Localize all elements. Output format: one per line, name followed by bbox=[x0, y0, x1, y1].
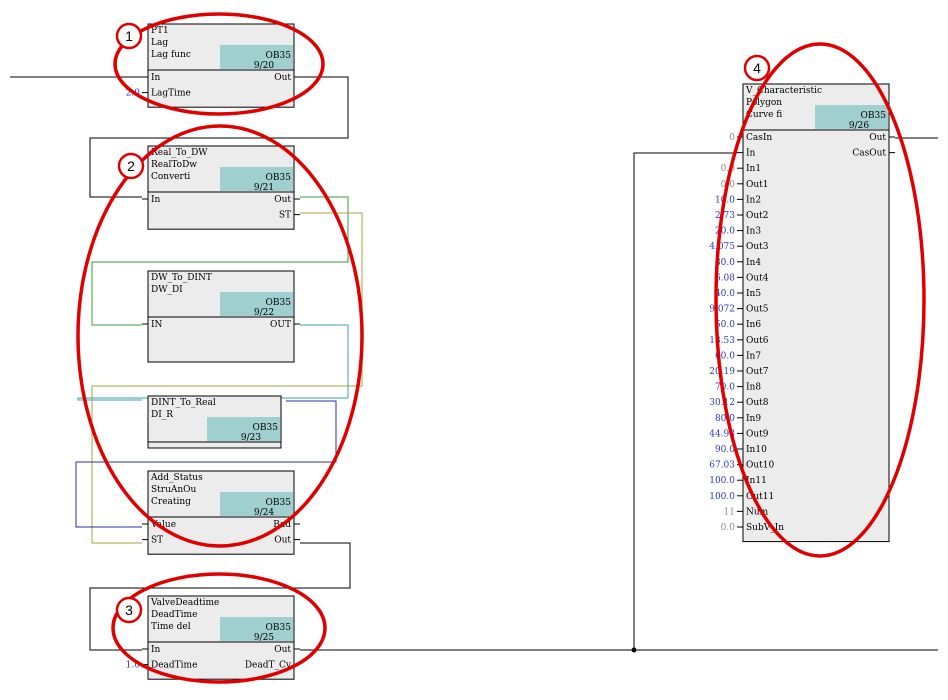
block-sequence-number: 9/26 bbox=[849, 121, 869, 131]
function-block-dw-to-dint[interactable]: DW_To_DINT DW_DI OB359/22 IN OUT bbox=[142, 270, 300, 363]
input-port-label: Out3 bbox=[746, 242, 769, 252]
block-title-line: PT1 bbox=[151, 26, 169, 36]
output-port-label: Out bbox=[274, 645, 291, 655]
input-port-value: 100.0 bbox=[709, 492, 735, 502]
block-title-line: Time del bbox=[151, 622, 191, 632]
cfc-chart-canvas: PT1LagLag func OB359/20InLagTime2.0OutRea… bbox=[10, 12, 938, 684]
block-title-line: Creating bbox=[151, 497, 191, 507]
block-sequence-number: 9/24 bbox=[254, 508, 274, 518]
input-port-label: SubV_In bbox=[746, 523, 784, 533]
callout-number: 3 bbox=[125, 602, 133, 618]
block-title-line: RealToDw bbox=[151, 160, 197, 170]
output-port-label: OUT bbox=[270, 320, 291, 330]
input-port-label: IN bbox=[151, 320, 163, 330]
block-ob-label: OB35 bbox=[266, 173, 292, 183]
input-port-value: 100.0 bbox=[709, 476, 735, 486]
output-port-label: Out bbox=[274, 195, 291, 205]
input-port-label: DeadTime bbox=[151, 661, 197, 671]
block-ob-label: OB35 bbox=[253, 423, 279, 433]
block-sequence-number: 9/22 bbox=[254, 308, 274, 318]
input-port-value: 13.53 bbox=[709, 336, 735, 346]
function-block-valve-deadtime[interactable]: ValveDeadtime DeadTime Time del OB359/25 In D… bbox=[126, 595, 300, 680]
input-port-label: Out6 bbox=[746, 336, 769, 346]
input-port-label: Out2 bbox=[746, 211, 769, 221]
function-block-real-to-dw[interactable]: Real_To_DW RealToDw Converti OB359/21 In Out S… bbox=[142, 145, 300, 230]
block-title-line: DINT_To_Real bbox=[151, 398, 216, 408]
block-title-line: Lag bbox=[151, 38, 168, 48]
output-port-label: Out bbox=[869, 133, 886, 143]
input-port-label: Out1 bbox=[746, 180, 769, 190]
block-sequence-number: 9/21 bbox=[254, 183, 274, 193]
block-sequence-number: 9/20 bbox=[254, 61, 274, 71]
function-block-dint-to-real[interactable]: DINT_To_Real DI_R OB359/23 bbox=[147, 395, 282, 449]
block-title-line: Converti bbox=[151, 172, 190, 182]
output-port-label: Out bbox=[274, 73, 291, 83]
input-port-value: 0 bbox=[729, 133, 735, 143]
input-port-label: ST bbox=[151, 536, 163, 546]
block-title-line: DI_R bbox=[151, 410, 173, 420]
input-port-value: 0.0 bbox=[721, 523, 736, 533]
block-title-line: StruAnOu bbox=[151, 485, 197, 495]
input-port-label: LagTime bbox=[151, 89, 191, 99]
block-ob-label: OB35 bbox=[266, 498, 292, 508]
input-port-label: Out10 bbox=[746, 461, 775, 471]
input-port-label: In10 bbox=[746, 445, 767, 455]
block-title-line: Add_Status bbox=[150, 473, 203, 483]
input-port-label: Out5 bbox=[746, 305, 769, 315]
input-port-value: 70.0 bbox=[715, 383, 735, 393]
block-title-line: DeadTime bbox=[151, 610, 197, 620]
wire-junction-dot bbox=[631, 647, 637, 653]
input-port-label: In bbox=[746, 149, 756, 159]
output-port-label: ST bbox=[279, 211, 291, 221]
output-port-label: CasOut bbox=[852, 149, 886, 159]
input-port-label: Out7 bbox=[746, 367, 769, 377]
block-title-line: DW_To_DINT bbox=[151, 273, 212, 283]
input-port-value: 2.73 bbox=[715, 211, 735, 221]
input-port-value: 40.0 bbox=[715, 289, 735, 299]
input-port-label: In bbox=[151, 73, 161, 83]
input-port-label: In8 bbox=[746, 383, 761, 393]
block-title-line: DW_DI bbox=[151, 285, 183, 295]
input-port-label: Out9 bbox=[746, 429, 769, 439]
input-port-value: 80.0 bbox=[715, 414, 735, 424]
input-port-value: 67.03 bbox=[709, 461, 735, 471]
input-port-value: 9.072 bbox=[709, 305, 735, 315]
input-port-label: In bbox=[151, 195, 161, 205]
block-sequence-number: 9/23 bbox=[241, 433, 261, 443]
input-port-label: In7 bbox=[746, 351, 761, 361]
function-block-v-characteristic[interactable]: V_CharacteristicPolygonCurve fi OB359/26C… bbox=[709, 83, 895, 543]
input-port-label: CasIn bbox=[746, 133, 772, 143]
input-port-value: 30.12 bbox=[709, 398, 735, 408]
block-title-line: Lag func bbox=[151, 50, 191, 60]
function-block-pt1[interactable]: PT1LagLag func OB359/20InLagTime2.0Out bbox=[126, 23, 300, 108]
input-port-value: 11 bbox=[724, 507, 735, 517]
input-port-label: Out4 bbox=[746, 273, 769, 283]
callout-number: 2 bbox=[127, 158, 135, 174]
function-blocks: PT1LagLag func OB359/20InLagTime2.0OutRea… bbox=[126, 23, 895, 680]
block-sequence-number: 9/25 bbox=[254, 633, 274, 643]
input-port-label: In4 bbox=[746, 258, 761, 268]
input-port-label: In2 bbox=[746, 195, 761, 205]
function-block-add-status[interactable]: Add_StatusStruAnOuCreating OB359/24ValueS… bbox=[142, 470, 300, 555]
callout-number: 4 bbox=[753, 60, 761, 76]
input-port-label: In1 bbox=[746, 164, 761, 174]
block-ob-label: OB35 bbox=[266, 623, 292, 633]
input-port-value: 4.075 bbox=[709, 242, 735, 252]
callout-number: 1 bbox=[125, 28, 133, 44]
block-title-line: Real_To_DW bbox=[151, 148, 208, 158]
input-port-value: 90.0 bbox=[715, 445, 735, 455]
input-port-label: In9 bbox=[746, 414, 761, 424]
block-ob-label: OB35 bbox=[266, 51, 292, 61]
block-title-line: ValveDeadtime bbox=[150, 598, 219, 608]
block-ob-label: OB35 bbox=[266, 298, 292, 308]
block-ob-label: OB35 bbox=[861, 111, 887, 121]
output-port-label: Out bbox=[274, 536, 291, 546]
input-port-label: Out8 bbox=[746, 398, 769, 408]
input-port-label: In5 bbox=[746, 289, 761, 299]
input-port-label: In bbox=[151, 645, 161, 655]
input-port-label: In3 bbox=[746, 227, 761, 237]
input-port-label: In6 bbox=[746, 320, 761, 330]
